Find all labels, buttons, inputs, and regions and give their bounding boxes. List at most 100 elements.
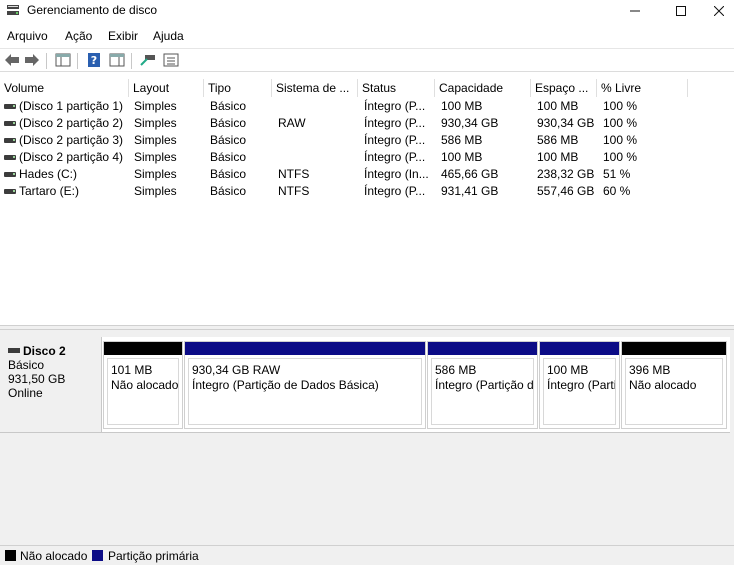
cell-tipo: Básico — [210, 99, 247, 113]
partition-size: 586 MB — [435, 363, 477, 377]
volume-icon — [4, 121, 16, 126]
toolbar-separator — [46, 53, 47, 69]
properties-icon — [109, 53, 125, 70]
cell-volume: (Disco 2 partição 4) — [19, 150, 124, 164]
volume-icon — [4, 189, 16, 194]
disk-type: Básico — [8, 358, 45, 372]
partition-primary[interactable]: 586 MB Íntegro (Partição de — [427, 341, 538, 429]
menu-acao[interactable]: Ação — [65, 29, 92, 43]
volume-list: Volume Layout Tipo Sistema de ... Status… — [0, 79, 734, 325]
cell-layout: Simples — [134, 184, 177, 198]
cell-livre: 100 % — [603, 150, 638, 164]
cell-livre: 60 % — [603, 184, 631, 198]
close-button[interactable] — [704, 0, 734, 22]
back-button[interactable] — [3, 52, 21, 70]
cell-tipo: Básico — [210, 116, 247, 130]
maximize-icon — [676, 3, 686, 19]
cell-capacidade: 100 MB — [441, 99, 483, 113]
list-view-button[interactable] — [162, 52, 180, 70]
cell-status: Íntegro (P... — [364, 133, 426, 147]
column-header-layout[interactable]: Layout — [129, 79, 204, 97]
cell-tipo: Básico — [210, 167, 247, 181]
menu-bar: Arquivo Ação Exibir Ajuda — [0, 26, 734, 46]
table-row[interactable]: (Disco 2 partição 2) Simples Básico RAW … — [0, 115, 734, 132]
cell-status: Íntegro (P... — [364, 150, 426, 164]
menu-arquivo[interactable]: Arquivo — [7, 29, 48, 43]
column-header-volume[interactable]: Volume — [0, 79, 129, 97]
disk-icon — [8, 347, 20, 353]
partition-header-bar — [428, 342, 537, 355]
partition-size: 101 MB — [111, 363, 153, 377]
table-row[interactable]: (Disco 2 partição 4) Simples Básico Ínte… — [0, 149, 734, 166]
column-header-capacidade[interactable]: Capacidade — [435, 79, 531, 97]
volume-icon — [4, 138, 16, 143]
cell-volume: Hades (C:) — [19, 167, 78, 181]
partition-primary[interactable]: 100 MB Íntegro (Partição — [539, 341, 620, 429]
cell-espaco: 557,46 GB — [537, 184, 595, 198]
table-row[interactable]: (Disco 2 partição 3) Simples Básico Ínte… — [0, 132, 734, 149]
partition-unallocated[interactable]: 396 MB Não alocado — [621, 341, 727, 429]
help-button[interactable]: ? — [85, 52, 103, 70]
window-title: Gerenciamento de disco — [27, 3, 158, 17]
column-header-espaco[interactable]: Espaço ... — [531, 79, 597, 97]
cell-volume: (Disco 2 partição 3) — [19, 133, 124, 147]
cell-espaco: 930,34 GB — [537, 116, 595, 130]
menu-ajuda[interactable]: Ajuda — [153, 29, 184, 43]
column-header-livre[interactable]: % Livre — [597, 79, 688, 97]
cell-espaco: 100 MB — [537, 99, 579, 113]
cell-layout: Simples — [134, 116, 177, 130]
cell-volume: (Disco 1 partição 1) — [19, 99, 124, 113]
column-header-tipo[interactable]: Tipo — [204, 79, 272, 97]
close-icon — [713, 3, 725, 19]
disk-label[interactable]: Disco 2 Básico 931,50 GB Online — [0, 337, 102, 433]
show-console-tree-button[interactable] — [54, 52, 72, 70]
cell-capacidade: 100 MB — [441, 150, 483, 164]
toolbar-separator — [77, 53, 78, 69]
properties-button[interactable] — [108, 52, 126, 70]
cell-status: Íntegro (P... — [364, 116, 426, 130]
partition-unallocated[interactable]: 101 MB Não alocado — [103, 341, 183, 429]
partition-header-bar — [622, 342, 726, 355]
partition-size: 100 MB — [547, 363, 589, 377]
toolbar: ? — [0, 48, 734, 72]
cell-espaco: 100 MB — [537, 150, 579, 164]
disk-status: Online — [8, 386, 43, 400]
cell-livre: 100 % — [603, 133, 638, 147]
cell-sistema: NTFS — [278, 167, 310, 181]
back-arrow-icon — [4, 53, 20, 70]
partition-size: 930,34 GB RAW — [192, 363, 281, 377]
minimize-button[interactable] — [612, 0, 658, 22]
column-header-sistema[interactable]: Sistema de ... — [272, 79, 358, 97]
cell-status: Íntegro (P... — [364, 184, 426, 198]
connect-button[interactable] — [139, 52, 157, 70]
maximize-button[interactable] — [658, 0, 704, 22]
legend-label-primary: Partição primária — [108, 549, 199, 563]
cell-capacidade: 931,41 GB — [441, 184, 499, 198]
partition-header-bar — [185, 342, 425, 355]
disk-graphical-view: Disco 2 Básico 931,50 GB Online 101 MB N… — [0, 330, 734, 545]
table-row[interactable]: Tartaro (E:) Simples Básico NTFS Íntegro… — [0, 183, 734, 200]
cell-volume: Tartaro (E:) — [19, 184, 80, 198]
column-header-status[interactable]: Status — [358, 79, 435, 97]
cell-capacidade: 930,34 GB — [441, 116, 499, 130]
cell-layout: Simples — [134, 167, 177, 181]
help-icon: ? — [87, 52, 101, 71]
connect-icon — [140, 53, 156, 70]
partition-primary[interactable]: 930,34 GB RAW Íntegro (Partição de Dados… — [184, 341, 426, 429]
legend-label-unallocated: Não alocado — [20, 549, 88, 563]
cell-espaco: 238,32 GB — [537, 167, 595, 181]
console-tree-icon — [55, 53, 71, 70]
legend-swatch-unallocated — [5, 550, 16, 561]
title-bar: Gerenciamento de disco — [0, 0, 734, 22]
forward-button[interactable] — [23, 52, 41, 70]
list-view-icon — [163, 53, 179, 70]
cell-tipo: Básico — [210, 184, 247, 198]
cell-status: Íntegro (P... — [364, 99, 426, 113]
partition-status: Íntegro (Partição de Dados Básica) — [192, 378, 379, 392]
cell-livre: 100 % — [603, 116, 638, 130]
table-row[interactable]: (Disco 1 partição 1) Simples Básico Ínte… — [0, 98, 734, 115]
table-row[interactable]: Hades (C:) Simples Básico NTFS Íntegro (… — [0, 166, 734, 183]
cell-volume: (Disco 2 partição 2) — [19, 116, 124, 130]
cell-livre: 100 % — [603, 99, 638, 113]
menu-exibir[interactable]: Exibir — [108, 29, 138, 43]
